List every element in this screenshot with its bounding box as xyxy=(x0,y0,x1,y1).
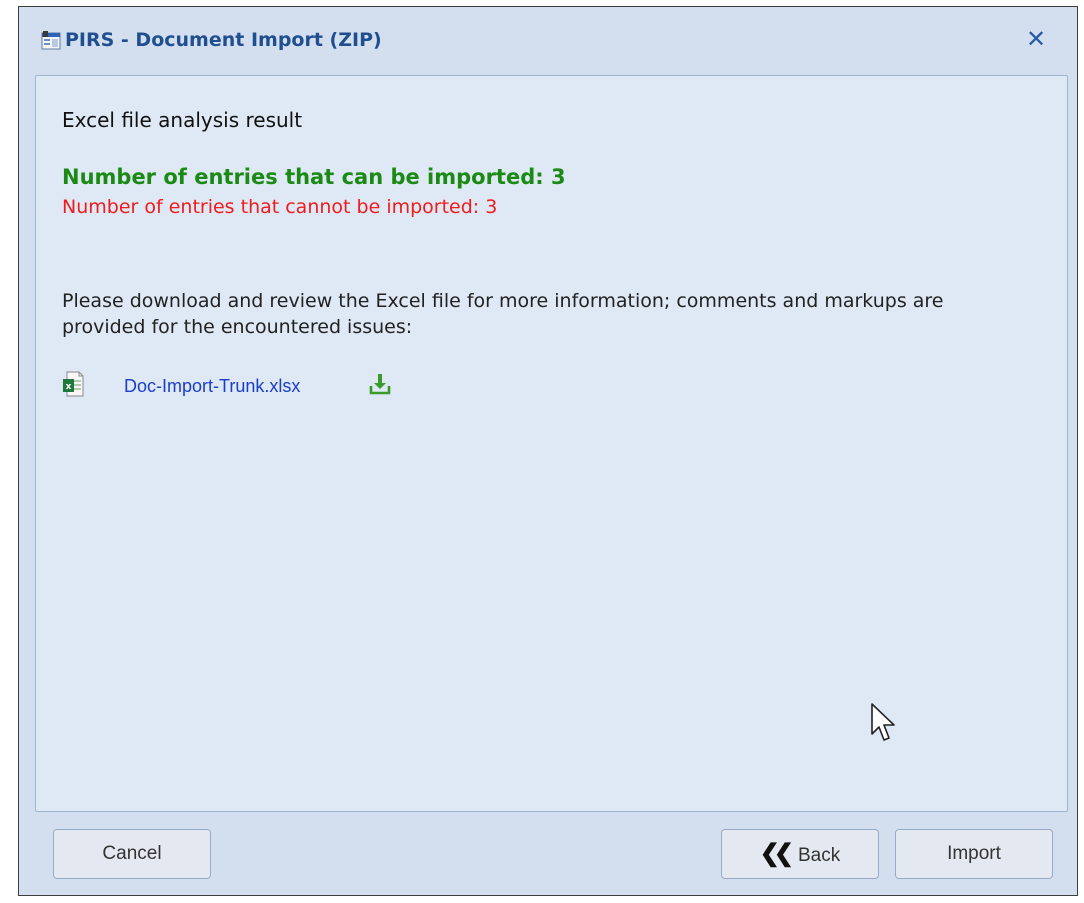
not-importable-count-text: Number of entries that cannot be importe… xyxy=(62,196,498,218)
dialog-title: PIRS - Document Import (ZIP) xyxy=(65,29,382,51)
close-button[interactable]: ✕ xyxy=(1023,26,1049,52)
svg-text:x: x xyxy=(66,382,72,392)
back-button-label: Back xyxy=(797,845,841,866)
importable-count-text: Number of entries that can be imported: … xyxy=(62,165,566,189)
download-icon[interactable] xyxy=(368,372,392,396)
result-heading: Excel file analysis result xyxy=(62,108,303,132)
file-download-link[interactable]: Doc-Import-Trunk.xlsx xyxy=(124,376,300,397)
app-window-icon xyxy=(41,31,61,50)
dialog-titlebar[interactable]: PIRS - Document Import (ZIP) ✕ xyxy=(19,7,1077,75)
mouse-pointer-icon xyxy=(871,703,895,741)
import-dialog: PIRS - Document Import (ZIP) ✕ Excel fil… xyxy=(18,6,1078,896)
import-button[interactable]: Import xyxy=(895,829,1053,879)
info-message: Please download and review the Excel fil… xyxy=(62,290,944,338)
back-button[interactable]: ❮❮ Back xyxy=(721,829,879,879)
excel-file-icon: x xyxy=(63,371,84,397)
result-panel: Excel file analysis result Number of ent… xyxy=(35,75,1068,812)
cancel-button[interactable]: Cancel xyxy=(53,829,211,879)
double-chevron-left-icon: ❮❮ xyxy=(759,840,794,867)
